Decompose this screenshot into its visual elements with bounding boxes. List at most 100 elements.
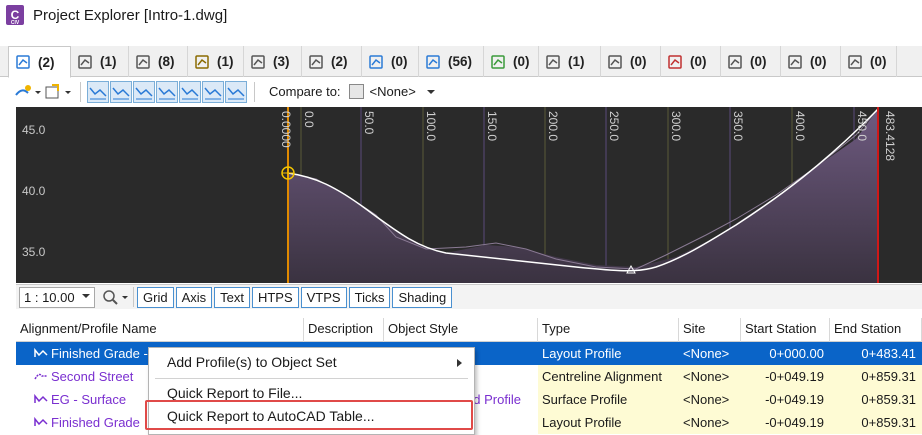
surface-icon [309, 54, 323, 69]
object-type-tabs: (2) (1) (8) (1) (3) (2) (0) (56) (0) (1) (0) (0) (0)… [0, 46, 922, 78]
toggle-axis[interactable]: Axis [175, 286, 213, 308]
tab-count: (2) [38, 54, 55, 70]
surface-fill [288, 109, 878, 283]
column-header-site[interactable]: Site [679, 318, 741, 342]
curve-icon [369, 54, 383, 69]
tab-pipe-network[interactable]: (1) [539, 46, 601, 77]
tab-count: (0) [750, 54, 767, 69]
tab-count: (0) [513, 54, 530, 69]
tab-sheet[interactable]: (0) [841, 46, 897, 77]
profile-view-1-button[interactable] [87, 80, 109, 103]
column-header-type[interactable]: Type [538, 318, 679, 342]
tab-count: (1) [568, 54, 585, 69]
y-axis-label: 45.0 [22, 123, 46, 137]
tab-curve[interactable]: (0) [362, 46, 419, 77]
toggle-ticks[interactable]: Ticks [348, 286, 391, 308]
export-button[interactable] [44, 81, 72, 103]
zoom-button[interactable] [99, 287, 133, 308]
menu-item-add-to-object-set[interactable]: Add Profile(s) to Object Set [149, 351, 474, 374]
menu-item-label: Quick Report to File... [167, 385, 303, 401]
scale-dropdown[interactable]: 1 : 10.00 [19, 286, 95, 308]
tab-sample-line[interactable]: (0) [721, 46, 781, 77]
profile-view-5-button[interactable] [179, 80, 201, 103]
cell-start: -0+049.19 [741, 411, 830, 434]
menu-separator [155, 378, 468, 379]
pipe-network-icon [546, 54, 560, 69]
cell-type: Centreline Alignment [538, 365, 679, 388]
cell-end: 0+859.31 [830, 365, 922, 388]
tab-count: (0) [810, 54, 827, 69]
column-header-name[interactable]: Alignment/Profile Name [16, 318, 304, 342]
chevron-down-icon [82, 294, 90, 298]
row-name-label: EG - Surface [51, 392, 127, 407]
tab-profile-view[interactable]: (0) [661, 46, 721, 77]
compare-dropdown[interactable]: <None> [348, 84, 438, 99]
tab-count: (8) [158, 54, 175, 69]
toggle-grid[interactable]: Grid [137, 286, 174, 308]
cell-site: <None> [679, 411, 741, 434]
profile-view-5-icon [181, 87, 199, 99]
row-name-label: Finished Grade [51, 415, 140, 430]
tab-count: (3) [273, 54, 290, 69]
section-icon [788, 54, 802, 69]
station-label: 250.0 [607, 111, 621, 141]
graph-toggle-group: Grid Axis Text HTPS VTPS Ticks Shading [137, 286, 454, 308]
profile-view-3-button[interactable] [133, 80, 155, 103]
structure-icon [136, 54, 150, 69]
profile-view-6-button[interactable] [202, 80, 224, 103]
toggle-vtps[interactable]: VTPS [300, 286, 347, 308]
tab-structure[interactable]: (8) [129, 46, 188, 77]
profile-view-2-button[interactable] [110, 80, 132, 103]
profile-view-4-button[interactable] [156, 80, 178, 103]
toggle-htps[interactable]: HTPS [251, 286, 299, 308]
profile-graph[interactable]: 45.0 40.0 35.0 0.0000 0.0 50.0 100.0 150.0 200.… [16, 107, 922, 283]
profile-view-3-icon [135, 87, 153, 99]
station-label: 300.0 [669, 111, 683, 141]
tab-count: (1) [217, 54, 234, 69]
tab-count: (0) [690, 54, 707, 69]
tab-surface[interactable]: (2) [302, 46, 362, 77]
toggle-text[interactable]: Text [214, 286, 250, 308]
tab-count: (0) [391, 54, 408, 69]
profile-view-4-icon [158, 87, 176, 99]
column-header-start[interactable]: Start Station [741, 318, 830, 342]
tab-road[interactable]: (1) [188, 46, 244, 77]
compare-label: Compare to: [269, 84, 341, 99]
tab-pipe[interactable]: (56) [419, 46, 484, 77]
station-label: 0.0 [302, 111, 316, 128]
column-header-style[interactable]: Object Style [384, 318, 538, 342]
cell-type: Layout Profile [538, 342, 679, 365]
station-label: 100.0 [424, 111, 438, 141]
map-icon [491, 54, 505, 69]
profile-graph-svg: 45.0 40.0 35.0 0.0000 0.0 50.0 100.0 150.0 200.… [22, 107, 897, 283]
tab-section[interactable]: (0) [781, 46, 841, 77]
column-header-end[interactable]: End Station [830, 318, 922, 342]
station-label: 200.0 [546, 111, 560, 141]
station-label: 0.0000 [279, 111, 293, 148]
cell-start: -0+049.19 [741, 365, 830, 388]
main-toolbar: Compare to: <None> [0, 78, 922, 105]
row-name-label: Second Street [51, 369, 134, 384]
cell-site: <None> [679, 388, 741, 411]
column-header-desc[interactable]: Description [304, 318, 384, 342]
profile-view-7-button[interactable] [225, 80, 247, 103]
alignment-icon [34, 373, 47, 380]
tab-count: (2) [331, 54, 348, 69]
toggle-shading[interactable]: Shading [392, 286, 453, 308]
tab-map[interactable]: (0) [484, 46, 539, 77]
profile-view-6-icon [204, 87, 222, 99]
alignment-tool-icon [15, 84, 41, 96]
tab-bridge[interactable]: (1) [71, 46, 129, 77]
tab-intersection[interactable]: (3) [244, 46, 302, 77]
new-alignment-button[interactable] [14, 81, 42, 103]
tab-alignment[interactable]: (2) [8, 46, 71, 78]
chevron-down-icon [426, 89, 435, 94]
magnifier-icon [103, 290, 128, 305]
tab-count: (0) [870, 54, 887, 69]
road-icon [195, 54, 209, 69]
cell-site: <None> [679, 342, 741, 365]
tab-count: (0) [630, 54, 647, 69]
profile-view-icon [668, 54, 682, 69]
window-title: Project Explorer [Intro-1.dwg] [33, 6, 228, 24]
tab-pressure-network[interactable]: (0) [601, 46, 661, 77]
